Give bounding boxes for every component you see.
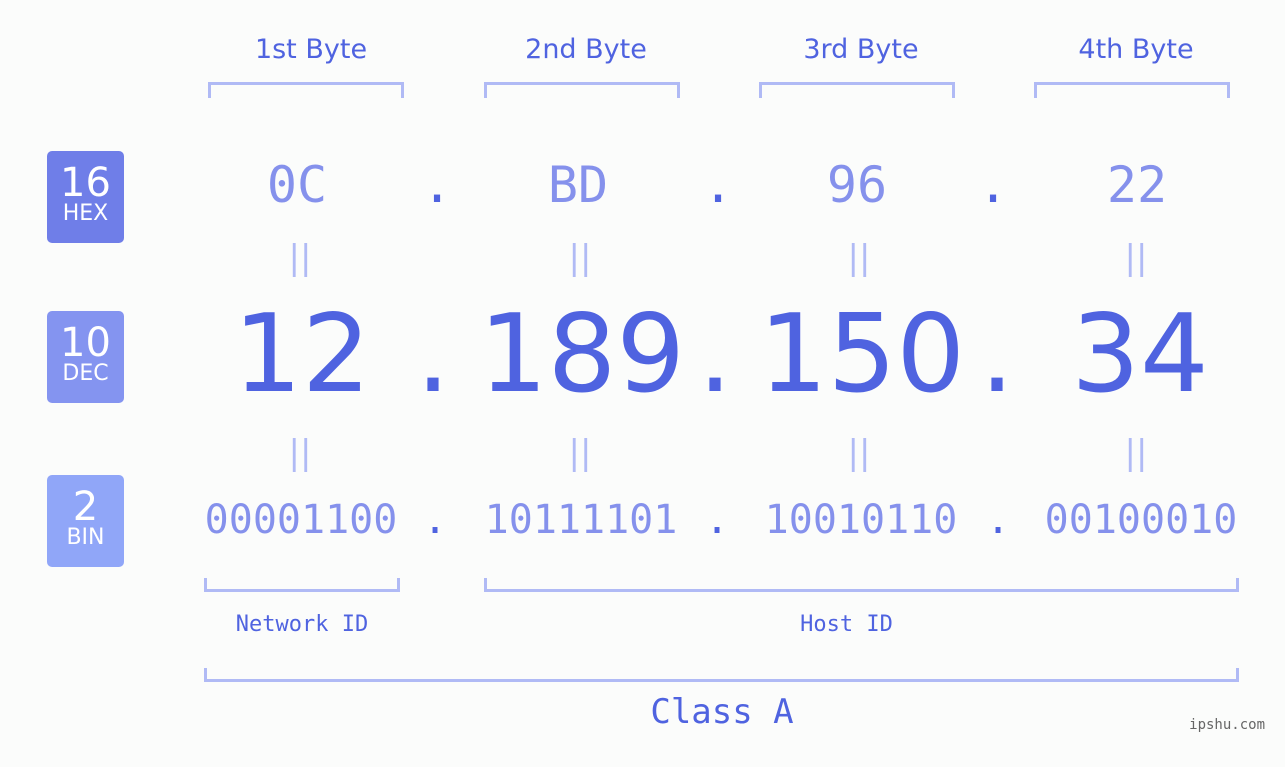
equals-hex-dec-3: || [847,238,871,278]
equals-dec-bin-4: || [1124,433,1148,473]
dec-byte-3: 150 [758,292,966,417]
byte-label-2: 2nd Byte [525,34,647,65]
dec-byte-1: 12 [233,292,371,417]
hex-badge: 16 HEX [47,151,124,243]
bin-badge-label: BIN [66,525,105,550]
equals-hex-dec-1: || [288,238,312,278]
dec-badge: 10 DEC [47,311,124,403]
byte-label-3: 3rd Byte [803,34,919,65]
hex-byte-1: 0C [266,156,328,214]
dec-separator-3: . [979,292,1015,417]
equals-dec-bin-1: || [288,433,312,473]
byte-bracket-1 [208,82,404,98]
bin-byte-1: 00001100 [204,497,398,543]
bin-separator-3: . [986,497,1011,543]
bin-separator-2: . [705,497,730,543]
hex-separator-3: . [978,156,1009,214]
dec-badge-label: DEC [62,361,109,386]
bin-badge-base: 2 [72,484,99,530]
bin-byte-4: 00100010 [1044,497,1238,543]
hex-badge-base: 16 [60,160,111,206]
bin-badge: 2 BIN [47,475,124,567]
hex-byte-3: 96 [826,156,888,214]
byte-bracket-4 [1034,82,1230,98]
hex-separator-1: . [422,156,453,214]
bin-separator-1: . [423,497,448,543]
dec-separator-1: . [415,292,451,417]
hex-byte-2: BD [547,156,609,214]
byte-label-4: 4th Byte [1078,34,1194,65]
bin-byte-3: 10010110 [764,497,958,543]
host-id-bracket [484,578,1239,592]
dec-badge-base: 10 [60,320,111,366]
watermark: ipshu.com [1189,717,1265,733]
class-bracket [204,668,1239,682]
byte-label-1: 1st Byte [254,34,368,65]
dec-separator-2: . [697,292,733,417]
byte-bracket-3 [759,82,955,98]
bin-byte-2: 10111101 [484,497,678,543]
hex-badge-label: HEX [62,201,109,226]
class-label: Class A [650,692,794,732]
equals-hex-dec-2: || [568,238,592,278]
hex-byte-4: 22 [1106,156,1168,214]
equals-hex-dec-4: || [1124,238,1148,278]
host-id-label: Host ID [800,612,893,637]
hex-separator-2: . [703,156,734,214]
equals-dec-bin-3: || [847,433,871,473]
equals-dec-bin-2: || [568,433,592,473]
network-id-label: Network ID [235,612,369,637]
dec-byte-2: 189 [478,292,686,417]
dec-byte-4: 34 [1071,292,1209,417]
byte-bracket-2 [484,82,680,98]
network-id-bracket [204,578,400,592]
